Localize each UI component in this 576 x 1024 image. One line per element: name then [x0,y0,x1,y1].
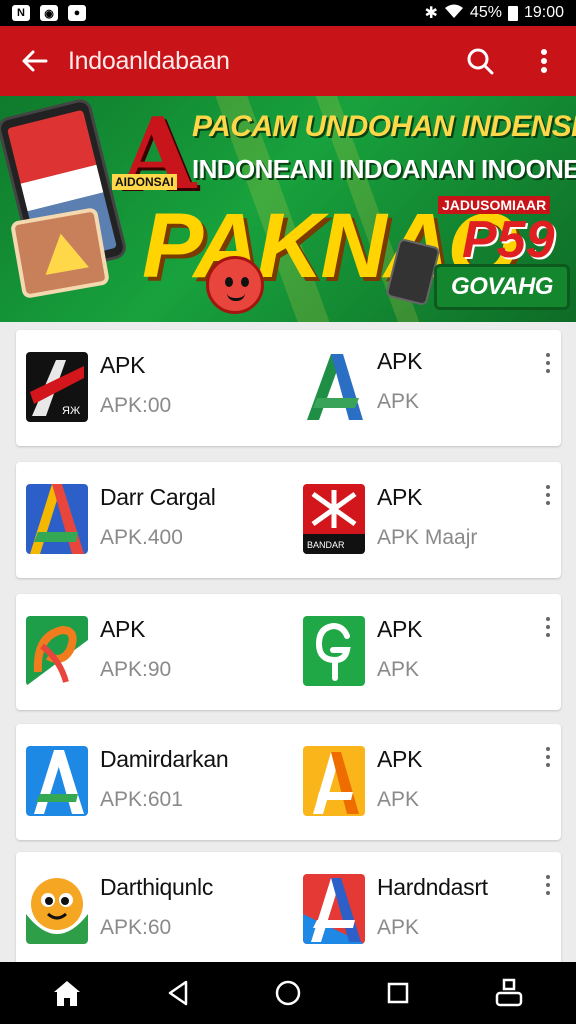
overflow-menu-icon[interactable] [539,870,557,900]
app-meta: APK.400 [100,526,183,549]
home-icon[interactable] [39,965,95,1021]
app-entry[interactable]: APK APK [293,724,565,840]
recents-square-icon[interactable] [370,965,426,1021]
app-entry[interactable]: Damirdarkan APK:601 [16,724,288,840]
app-entry[interactable]: APK APK [293,594,565,710]
blue-a-app-icon [26,746,88,816]
app-entry[interactable]: BANDAR APK APK Maajr [293,462,565,578]
app-meta: APK:601 [100,788,183,811]
app-name: Darr Cargal [100,484,216,510]
app-name: APK [100,616,146,642]
app-name: Darthiqunlc [100,874,214,900]
profile-icon[interactable] [481,965,537,1021]
svg-text:ЯЖ: ЯЖ [62,405,80,417]
app-name: APK [100,352,146,378]
status-bar: N ◉ ● ✱ 45% 19:00 [0,0,576,26]
banner-headline: PACAM UNDOHAN INDENSIA [192,110,576,143]
banner-price: P59 [462,211,555,269]
multicolor-a-app-icon [26,484,88,554]
app-row: Damirdarkan APK:601 APK APK [16,724,561,840]
svg-text:BANDAR: BANDAR [307,540,345,550]
app-entry[interactable]: APK APK [293,330,565,446]
clock: 19:00 [523,4,564,21]
app-name: Damirdarkan [100,746,229,772]
app-meta: APK:90 [100,658,172,681]
notification-n-icon: N [12,5,30,21]
mascot-app-icon [26,874,88,944]
yellow-a-app-icon [303,746,365,816]
system-nav-bar [0,962,576,1024]
banner-emblem-caption: AIDONSAI [112,174,177,190]
overflow-menu-icon[interactable] [512,26,576,96]
app-row: APK APK:90 APK APK [16,594,561,710]
app-name: APK [377,484,423,510]
red-arrow-app-icon: ЯЖ [26,352,88,422]
app-meta: APK [377,788,420,811]
banner-subheadline: INDONEANI INDOANAN INOONESIA [192,154,576,184]
app-entry[interactable]: APK APK:90 [16,594,288,710]
app-row: ЯЖ APK APK:00 APK APK [16,330,561,446]
app-entry[interactable]: Darthiqunlc APK:60 [16,852,288,962]
app-name: APK [377,616,423,642]
back-arrow-icon[interactable] [0,26,68,96]
bluetooth-icon: ✱ [424,5,438,22]
app-row: Darr Cargal APK.400 BANDAR APK APK Maajr [16,462,561,578]
home-circle-icon[interactable] [260,965,316,1021]
green-g-app-icon [303,616,365,686]
overflow-menu-icon[interactable] [539,612,557,642]
app-entry[interactable]: ЯЖ APK APK:00 [16,330,288,446]
overflow-menu-icon[interactable] [539,742,557,772]
overflow-menu-icon[interactable] [539,480,557,510]
app-meta: APK:00 [100,394,172,417]
app-meta: APK [377,916,420,939]
app-meta: APK:60 [100,916,172,939]
wifi-icon [444,3,464,24]
battery-percent: 45% [469,4,502,21]
battery-icon [507,5,518,21]
promo-banner[interactable]: A AIDONSAI PACAM UNDOHAN INDENSIA INDONE… [0,96,576,322]
search-icon[interactable] [448,26,512,96]
red-star-app-icon: BANDAR [303,484,365,554]
app-list: ЯЖ APK APK:00 APK APK Darr Cargal APK.40… [0,322,576,962]
chat-icon: ● [68,5,86,21]
banner-cta-button[interactable]: GOVAHG [434,264,570,310]
page-title: Indoanldabaan [68,46,230,75]
app-name: APK [377,348,423,374]
mascot-illustration [206,256,264,314]
app-card-illustration [9,206,111,300]
green-blue-a-app-icon [303,352,365,422]
app-name: Hardndasrt [377,874,488,900]
app-entry[interactable]: Hardndasrt APK [293,852,565,962]
camera-icon: ◉ [40,5,58,21]
app-meta: APK Maajr [377,526,478,549]
back-triangle-icon[interactable] [150,965,206,1021]
app-bar: Indoanldabaan [0,26,576,96]
green-orange-app-icon [26,616,88,686]
app-meta: APK [377,658,420,681]
app-entry[interactable]: Darr Cargal APK.400 [16,462,288,578]
app-row: Darthiqunlc APK:60 Hardndasrt APK [16,852,561,962]
app-meta: APK [377,390,420,413]
red-blue-a-app-icon [303,874,365,944]
overflow-menu-icon[interactable] [539,348,557,378]
app-name: APK [377,746,423,772]
